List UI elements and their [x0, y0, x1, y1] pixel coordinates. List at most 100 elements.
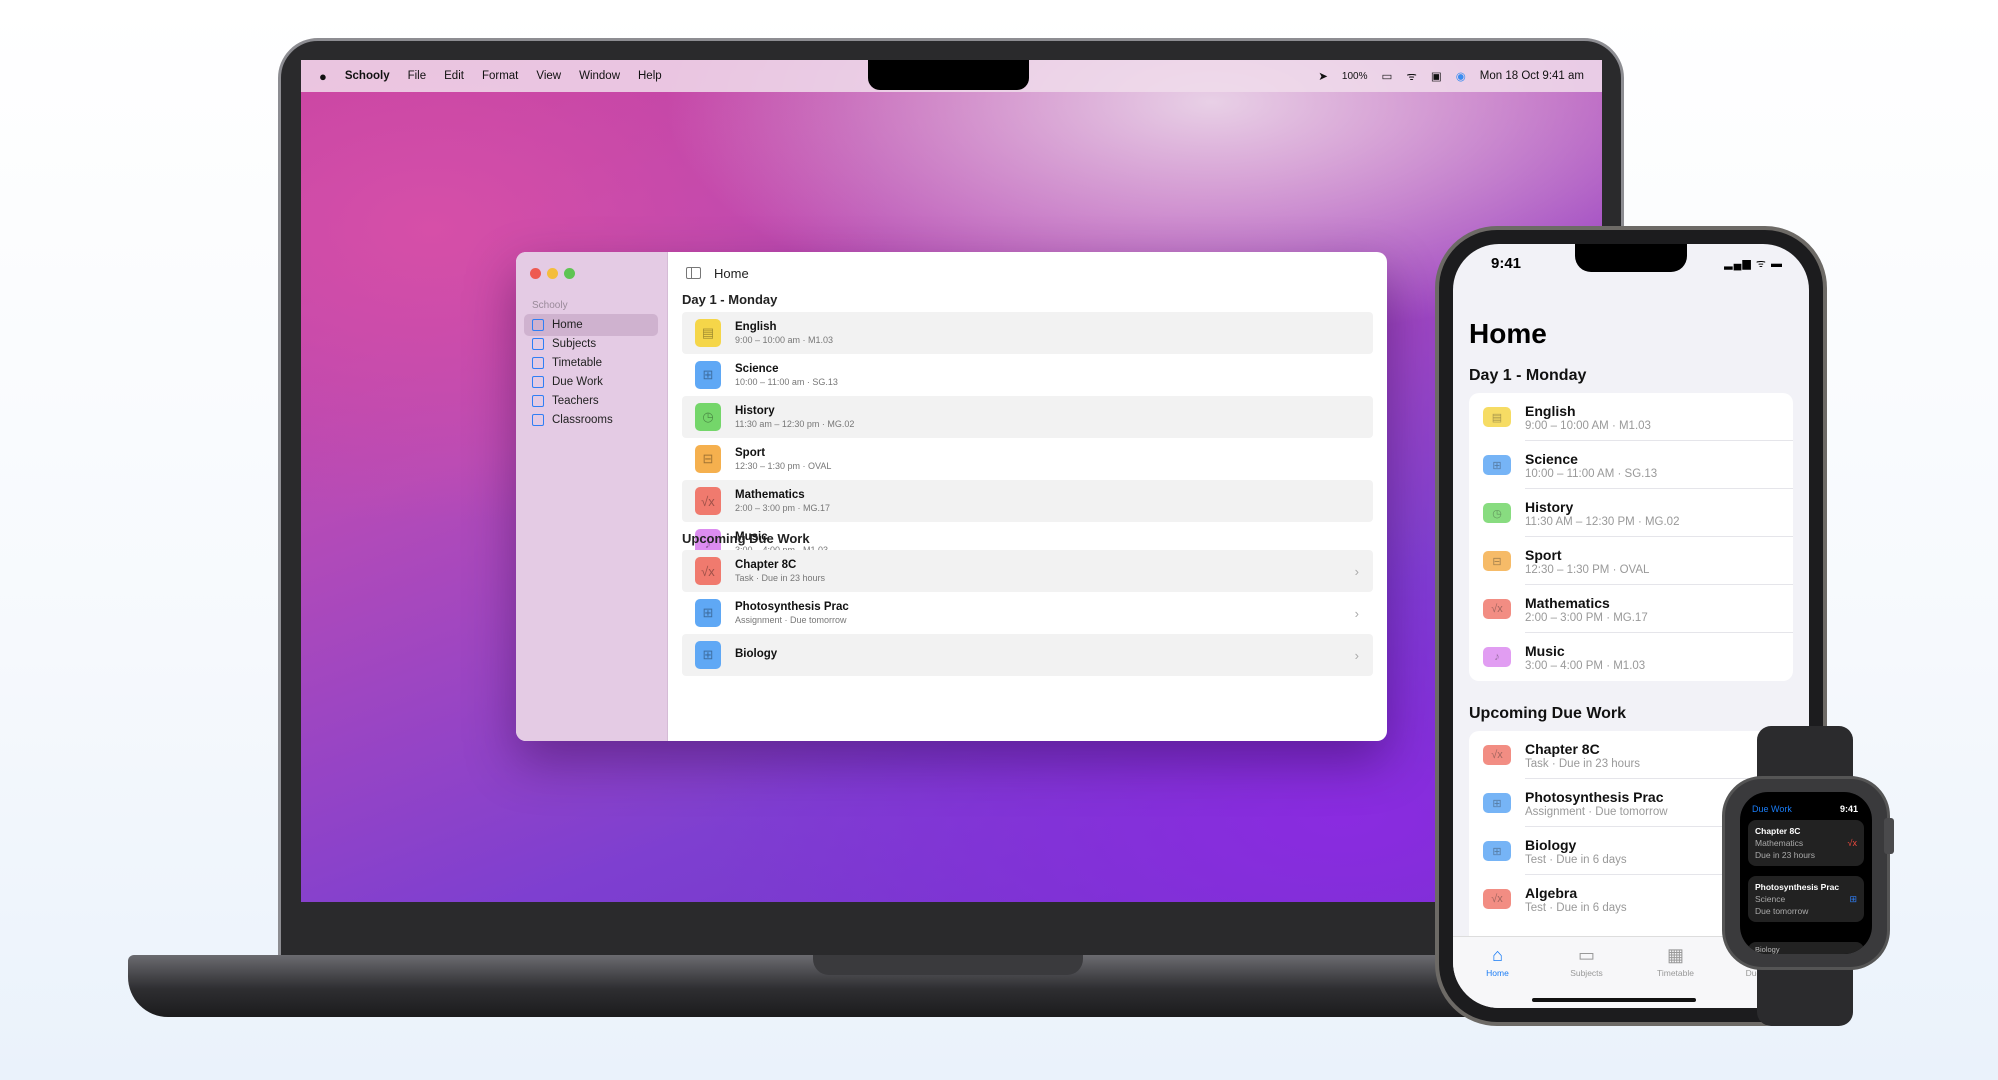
subject-icon: ◷: [695, 403, 721, 431]
class-name: Science: [1525, 450, 1578, 467]
menu-view[interactable]: View: [536, 70, 561, 82]
sidebar-item-label: Timetable: [552, 357, 603, 369]
due-name: Chapter 8C: [1525, 740, 1600, 757]
class-row[interactable]: ◷ History 11:30 AM – 12:30 PM · MG.02: [1469, 489, 1793, 537]
watch-card[interactable]: Photosynthesis Prac Science Due tomorrow…: [1748, 876, 1864, 922]
class-detail: 9:00 – 10:00 am · M1.03: [735, 335, 834, 345]
battery-percent[interactable]: 100%: [1342, 71, 1368, 82]
watch-header: Due Work: [1752, 804, 1792, 814]
sidebar-section-label: Schooly: [532, 300, 568, 311]
class-row[interactable]: ▤ English 9:00 – 10:00 AM · M1.03: [1469, 393, 1793, 441]
subject-icon: ⊞: [1483, 455, 1511, 475]
minimize-button[interactable]: [547, 268, 558, 279]
class-detail: 11:30 am – 12:30 pm · MG.02: [735, 419, 855, 429]
camera-notch: [868, 60, 1029, 90]
watch-card-next[interactable]: Biology: [1748, 942, 1864, 954]
zoom-button[interactable]: [564, 268, 575, 279]
sidebar-item-classrooms[interactable]: Classrooms: [524, 409, 658, 431]
due-row[interactable]: ⊞ Photosynthesis Prac Assignment · Due tom…: [682, 592, 1373, 634]
class-detail: 10:00 – 11:00 AM · SG.13: [1525, 467, 1658, 480]
chevron-right-icon: ›: [1354, 563, 1359, 579]
class-row[interactable]: ⊟ Sport 12:30 – 1:30 pm · OVAL: [682, 438, 1373, 480]
siri-icon[interactable]: ◉: [1456, 69, 1466, 83]
subject-icon: ⊞: [695, 641, 721, 669]
card-due: Due in 23 hours: [1755, 850, 1816, 860]
close-button[interactable]: [530, 268, 541, 279]
subject-icon: ⊞: [1483, 793, 1511, 813]
due-text: Biology: [735, 648, 777, 662]
page-title: Home: [714, 266, 749, 281]
sqrt-icon: √x: [1847, 838, 1857, 848]
class-name: English: [735, 321, 777, 333]
class-row[interactable]: ♪ Music 3:00 – 4:00 PM · M1.03: [1469, 633, 1793, 681]
wifi-icon[interactable]: ᯤ: [1406, 69, 1417, 84]
class-detail: 12:30 – 1:30 PM · OVAL: [1525, 563, 1650, 576]
location-icon[interactable]: ➤: [1318, 69, 1328, 83]
class-text: Sport 12:30 – 1:30 pm · OVAL: [735, 447, 831, 471]
class-row[interactable]: ⊞ Science 10:00 – 11:00 AM · SG.13: [1469, 441, 1793, 489]
battery-icon[interactable]: ▭: [1382, 69, 1393, 83]
chevron-right-icon: ›: [1354, 605, 1359, 621]
flask-icon: ⊞: [1849, 894, 1857, 904]
sidebar-item-label: Classrooms: [552, 414, 613, 426]
class-row[interactable]: ⊟ Sport 12:30 – 1:30 PM · OVAL: [1469, 537, 1793, 585]
subject-icon: ▤: [695, 319, 721, 347]
class-row[interactable]: ▤ English 9:00 – 10:00 am · M1.03: [682, 312, 1373, 354]
due-work-heading: Upcoming Due Work: [1469, 705, 1627, 722]
due-row[interactable]: √x Chapter 8C Task · Due in 23 hours: [1469, 731, 1793, 779]
subject-icon: ⊟: [1483, 551, 1511, 571]
card-title: Chapter 8C: [1755, 826, 1801, 836]
day-heading: Day 1 - Monday: [1469, 367, 1587, 384]
watch-crown[interactable]: [1884, 818, 1894, 854]
class-text: Music 3:00 – 4:00 PM · M1.03: [1525, 643, 1645, 672]
class-row[interactable]: ⊞ Science 10:00 – 11:00 am · SG.13: [682, 354, 1373, 396]
menu-format[interactable]: Format: [482, 70, 518, 82]
class-name: Music: [1525, 642, 1565, 659]
subject-icon: ⊞: [695, 599, 721, 627]
subject-icon: √x: [1483, 599, 1511, 619]
class-row[interactable]: √x Mathematics 2:00 – 3:00 pm · MG.17: [682, 480, 1373, 522]
control-center-icon[interactable]: ▣: [1431, 69, 1442, 83]
due-text: Chapter 8C Task · Due in 23 hours: [735, 559, 825, 583]
class-name: History: [1525, 498, 1574, 515]
subject-icon: ♪: [1483, 647, 1511, 667]
sidebar-item-label: Teachers: [552, 395, 599, 407]
door-icon: [532, 414, 544, 426]
class-detail: 2:00 – 3:00 PM · MG.17: [1525, 611, 1648, 624]
due-row[interactable]: ⊞ Biology ›: [682, 634, 1373, 676]
tab-home[interactable]: ⌂ Home: [1453, 937, 1542, 1008]
apple-icon[interactable]: ●: [319, 69, 327, 84]
menu-clock[interactable]: Mon 18 Oct 9:41 am: [1480, 70, 1584, 82]
subject-icon: ⊟: [695, 445, 721, 473]
menu-app-name[interactable]: Schooly: [345, 70, 390, 82]
due-name: Biology: [735, 648, 778, 660]
sidebar-toggle-icon[interactable]: [686, 267, 701, 279]
day-heading: Day 1 - Monday: [682, 292, 778, 307]
menu-window[interactable]: Window: [579, 70, 620, 82]
menu-edit[interactable]: Edit: [444, 70, 464, 82]
due-detail: Task · Due in 23 hours: [1525, 757, 1641, 770]
class-text: English 9:00 – 10:00 am · M1.03: [735, 321, 833, 345]
home-icon: ⌂: [1492, 945, 1503, 965]
due-row[interactable]: √x Chapter 8C Task · Due in 23 hours ›: [682, 550, 1373, 592]
mac-screen: ● Schooly File Edit Format View Window H…: [301, 60, 1602, 902]
watch-time: 9:41: [1839, 804, 1858, 814]
class-name: Sport: [735, 447, 766, 459]
menu-file[interactable]: File: [408, 70, 427, 82]
menu-help[interactable]: Help: [638, 70, 662, 82]
page-title: Home: [1469, 318, 1547, 349]
class-row[interactable]: √x Mathematics 2:00 – 3:00 PM · MG.17: [1469, 585, 1793, 633]
subject-icon: ⊞: [1483, 841, 1511, 861]
class-detail: 2:00 – 3:00 pm · MG.17: [735, 503, 831, 513]
folder-icon: [532, 338, 544, 350]
macbook-base-notch: [813, 955, 1083, 975]
iphone-notch: [1575, 244, 1687, 272]
class-row[interactable]: ◷ History 11:30 am – 12:30 pm · MG.02: [682, 396, 1373, 438]
doc-icon: [532, 376, 544, 388]
subject-icon: √x: [695, 487, 721, 515]
due-name: Photosynthesis Prac: [1525, 788, 1664, 805]
status-icons: ▂▄▆ ᯤ ▬: [1724, 258, 1783, 270]
classes-list: ▤ English 9:00 – 10:00 AM · M1.03 ⊞ Science 1…: [1469, 393, 1793, 681]
watch-card[interactable]: Chapter 8C Mathematics Due in 23 hours √…: [1748, 820, 1864, 866]
due-name: Algebra: [1525, 884, 1578, 901]
